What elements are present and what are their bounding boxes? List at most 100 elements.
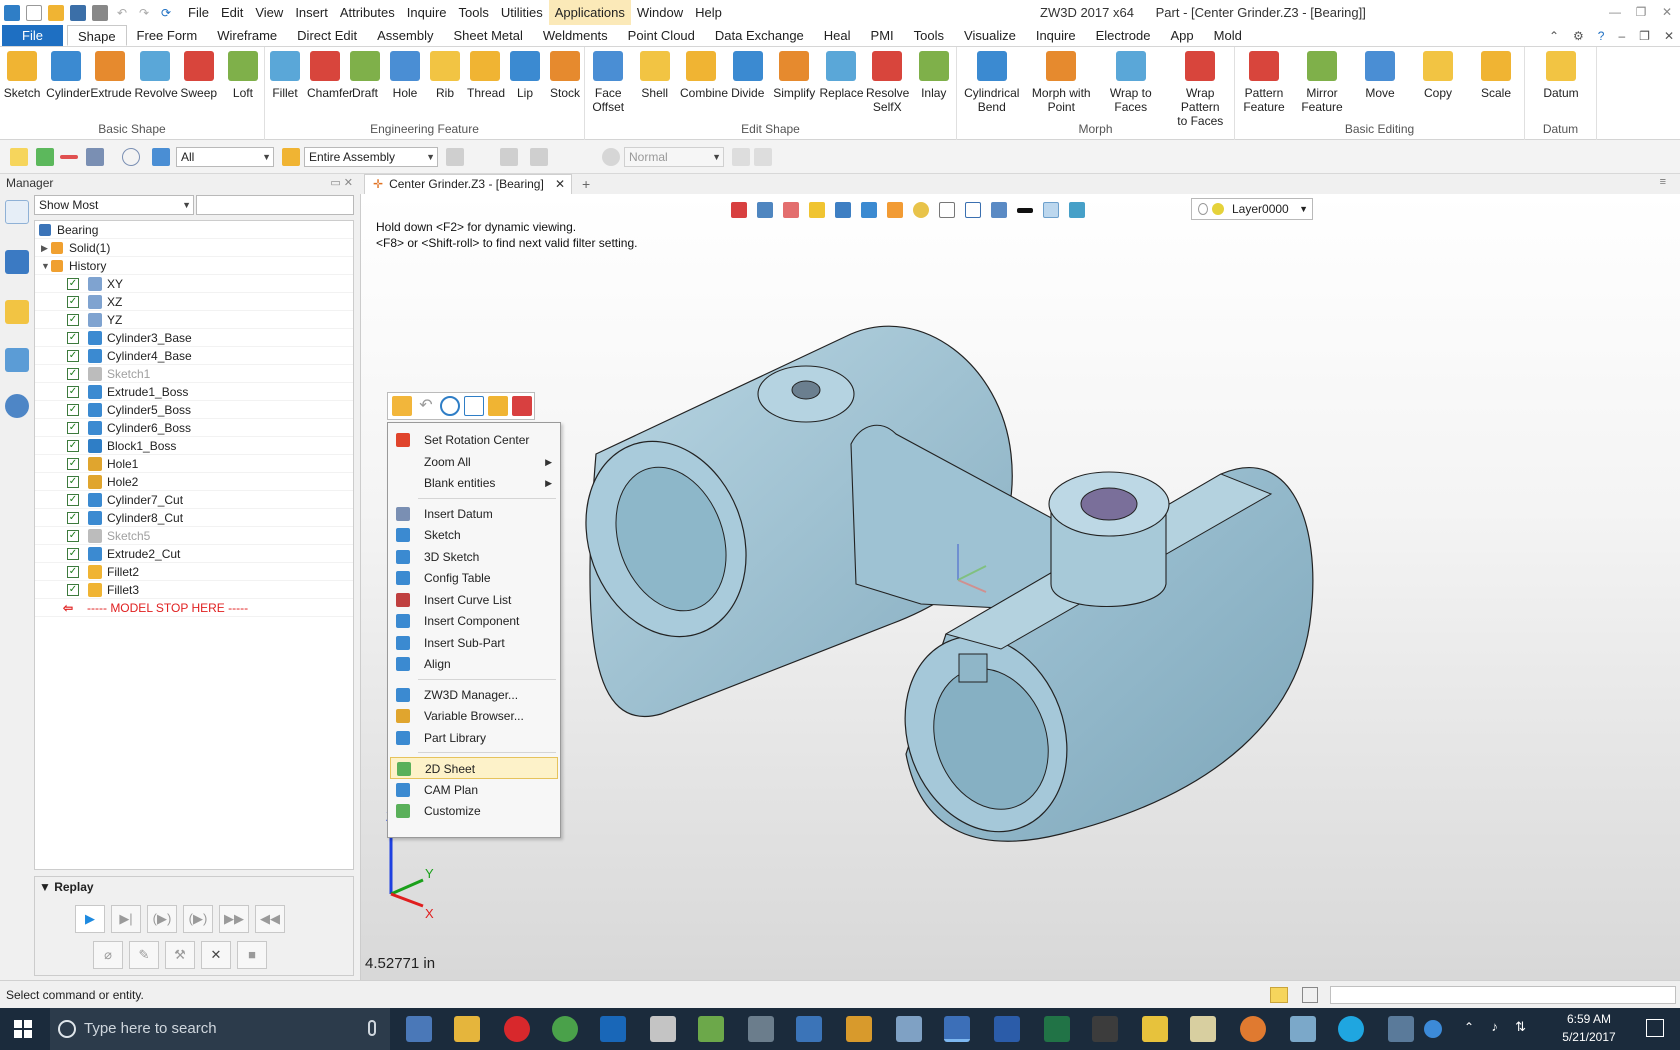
settings-app-icon[interactable]: [896, 1016, 922, 1042]
rib-button[interactable]: Rib: [427, 51, 463, 100]
thread-button[interactable]: Thread: [467, 51, 505, 100]
menu-applications[interactable]: Applications: [548, 0, 631, 25]
divide-button[interactable]: Divide: [727, 51, 770, 100]
tree-item-bearing[interactable]: Bearing: [35, 221, 353, 239]
tab-free-form[interactable]: Free Form: [127, 25, 208, 46]
replay-rewind-button[interactable]: ◀◀: [255, 905, 285, 933]
view-tab-icon[interactable]: [5, 348, 29, 372]
chamfer-button[interactable]: Chamfer: [307, 51, 353, 100]
tree-item-sketch5[interactable]: ✓ Sketch5: [35, 527, 353, 545]
network-app-icon[interactable]: [1290, 1016, 1316, 1042]
undo-small-icon[interactable]: ↶: [416, 396, 436, 416]
visibility-checkbox[interactable]: ✓: [67, 278, 79, 290]
combine-button[interactable]: Combine: [680, 51, 728, 100]
menu-item-sketch[interactable]: Sketch: [390, 524, 558, 546]
visibility-checkbox[interactable]: ✓: [67, 404, 79, 416]
hole-button[interactable]: Hole: [387, 51, 423, 100]
tab-visualize[interactable]: Visualize: [954, 25, 1026, 46]
assembly-tree-tab-icon[interactable]: [5, 250, 29, 274]
tab-pmi[interactable]: PMI: [861, 25, 904, 46]
tree-item-cylinder4-base[interactable]: ✓ Cylinder4_Base: [35, 347, 353, 365]
visibility-checkbox[interactable]: ✓: [67, 566, 79, 578]
visibility-checkbox[interactable]: ✓: [67, 350, 79, 362]
replay-stop-button[interactable]: ■: [237, 941, 267, 969]
paste-icon[interactable]: [488, 396, 508, 416]
threaded-hole-right[interactable]: [1080, 487, 1138, 521]
tab-data-exchange[interactable]: Data Exchange: [705, 25, 814, 46]
settings-small-icon[interactable]: [754, 148, 772, 166]
replay-play-button[interactable]: ▶: [75, 905, 105, 933]
mirror-feature-button[interactable]: Mirror Feature: [1295, 51, 1349, 114]
tab-tools[interactable]: Tools: [904, 25, 954, 46]
taskbar-search-box[interactable]: Type here to search: [50, 1008, 390, 1050]
remove-pick-icon[interactable]: [60, 155, 78, 159]
collapse-ribbon-icon[interactable]: ⌃: [1549, 25, 1559, 47]
loft-button[interactable]: Loft: [223, 51, 263, 100]
status-panel-icon[interactable]: [1302, 987, 1318, 1003]
snipping-tool-icon[interactable]: [650, 1016, 676, 1042]
cylinder-button[interactable]: Cylinder: [46, 51, 90, 100]
tray-expand-icon[interactable]: ⌃: [1464, 1020, 1474, 1034]
part-tab-icon[interactable]: [5, 300, 29, 324]
status-toggle-icon[interactable]: [1270, 987, 1288, 1003]
visibility-checkbox[interactable]: ✓: [67, 548, 79, 560]
excel-app-icon[interactable]: [1044, 1016, 1070, 1042]
tree-item-solid-1-[interactable]: ▶ Solid(1): [35, 239, 353, 257]
menu-file[interactable]: File: [182, 0, 215, 25]
tree-item-sketch1[interactable]: ✓ Sketch1: [35, 365, 353, 383]
menu-item-3d-sketch[interactable]: 3D Sketch: [390, 546, 558, 568]
open-file-icon[interactable]: [48, 4, 64, 21]
menu-item-insert-component[interactable]: Insert Component: [390, 610, 558, 632]
tab-heal[interactable]: Heal: [814, 25, 861, 46]
action-center-icon[interactable]: [1646, 1019, 1664, 1037]
menu-edit[interactable]: Edit: [215, 0, 249, 25]
tree-search-input[interactable]: [196, 195, 354, 215]
restore-button[interactable]: ❐: [1628, 0, 1654, 25]
image-viewer-icon[interactable]: [1388, 1016, 1414, 1042]
menu-view[interactable]: View: [249, 0, 289, 25]
filter-icon[interactable]: [152, 148, 170, 166]
shell-button[interactable]: Shell: [634, 51, 677, 100]
revolve-button[interactable]: Revolve: [135, 51, 178, 100]
mode-select[interactable]: Normal ▼: [624, 147, 724, 167]
move-button[interactable]: Move: [1353, 51, 1407, 100]
sticky-notes-icon[interactable]: [1142, 1016, 1168, 1042]
tree-item-hole1[interactable]: ✓ Hole1: [35, 455, 353, 473]
regen-icon[interactable]: [440, 396, 460, 416]
tab-point-cloud[interactable]: Point Cloud: [618, 25, 705, 46]
tools-app-icon[interactable]: [846, 1016, 872, 1042]
visibility-checkbox[interactable]: ✓: [67, 458, 79, 470]
face-offset-button[interactable]: Face Offset: [587, 51, 630, 114]
tree-item-fillet3[interactable]: ✓ Fillet3: [35, 581, 353, 599]
tree-item-cylinder3-base[interactable]: ✓ Cylinder3_Base: [35, 329, 353, 347]
menu-item-config-table[interactable]: Config Table: [390, 567, 558, 589]
start-windows-icon[interactable]: [14, 1020, 32, 1038]
tree-item-cylinder7-cut[interactable]: ✓ Cylinder7_Cut: [35, 491, 353, 509]
close-window-button[interactable]: ✕: [1654, 0, 1680, 25]
replay-cancel-button[interactable]: ✕: [201, 941, 231, 969]
visibility-checkbox[interactable]: ✓: [67, 476, 79, 488]
tree-item-cylinder8-cut[interactable]: ✓ Cylinder8_Cut: [35, 509, 353, 527]
visibility-checkbox[interactable]: ✓: [67, 584, 79, 596]
chrome-browser-icon[interactable]: [552, 1016, 578, 1042]
replay-step-all-button[interactable]: (▶): [183, 905, 213, 933]
menu-inquire[interactable]: Inquire: [401, 0, 453, 25]
file-explorer-icon[interactable]: [454, 1016, 480, 1042]
datum-button[interactable]: Datum: [1527, 51, 1595, 100]
menu-item-set-rotation-center[interactable]: Set Rotation Center: [390, 429, 558, 451]
save-icon[interactable]: [70, 4, 86, 21]
tab-shape[interactable]: Shape: [66, 25, 127, 46]
doc-minimize-button[interactable]: –: [1618, 25, 1625, 47]
skype-icon[interactable]: [1338, 1016, 1364, 1042]
tab-app[interactable]: App: [1161, 25, 1204, 46]
inlay-button[interactable]: Inlay: [913, 51, 956, 100]
pick-arrow-icon[interactable]: [10, 148, 28, 166]
replay-title[interactable]: ▼ Replay: [39, 880, 94, 894]
history-tree-tab-icon[interactable]: [5, 200, 29, 224]
opera-browser-icon[interactable]: [504, 1016, 530, 1042]
doc-restore-button[interactable]: ❐: [1639, 25, 1650, 47]
expand-toggle-icon[interactable]: ▶: [41, 239, 48, 257]
exit-icon[interactable]: [512, 396, 532, 416]
model-stop-marker[interactable]: ⇦ ----- MODEL STOP HERE -----: [35, 599, 353, 617]
copy-button[interactable]: Copy: [1411, 51, 1465, 100]
